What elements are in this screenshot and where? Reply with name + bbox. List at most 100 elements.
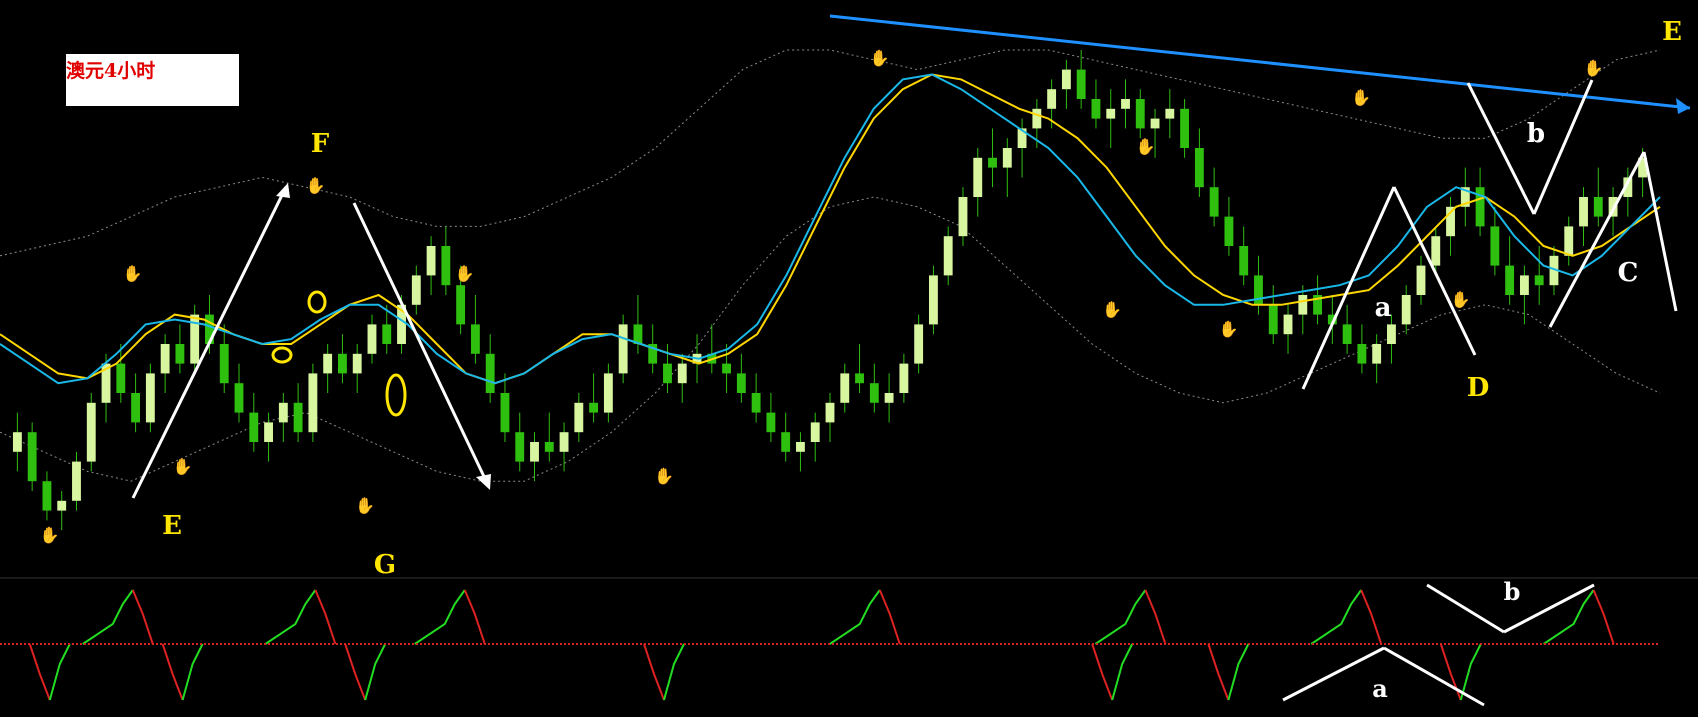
arrow-down-head <box>476 474 491 490</box>
candle-body <box>663 363 672 384</box>
label-white: a <box>1375 293 1392 323</box>
osc-up-segment <box>1459 643 1482 701</box>
label-yellow: F <box>311 129 330 159</box>
candle-body <box>175 344 185 364</box>
candle-body <box>72 461 81 501</box>
candle-body <box>840 373 850 403</box>
candle-body <box>751 393 761 413</box>
candle-body <box>1091 99 1101 119</box>
yellow-circle-1 <box>271 346 293 364</box>
candle-body <box>1047 89 1057 109</box>
candle-body <box>1121 99 1130 109</box>
candle-body <box>884 393 894 403</box>
osc-zigzag-b-left <box>1426 583 1505 634</box>
candle-body <box>559 432 569 452</box>
candle-body <box>411 275 421 305</box>
candle-body <box>145 373 155 423</box>
candle-body <box>367 324 377 354</box>
candle-body <box>1224 216 1234 246</box>
candle-body <box>500 393 510 433</box>
candle-body <box>1239 246 1249 276</box>
candle-body <box>1150 118 1160 129</box>
candle-body <box>86 402 96 462</box>
candle-body <box>1372 344 1382 364</box>
candle-body <box>943 236 953 276</box>
candle-body <box>293 402 303 433</box>
osc-down-segment <box>161 643 184 701</box>
candle-body <box>234 383 244 413</box>
candle-body <box>27 432 37 482</box>
osc-up-segment <box>181 643 204 701</box>
candle-body <box>338 353 347 374</box>
osc-label: b <box>1504 577 1521 606</box>
ma-cyan-line <box>0 73 1661 385</box>
label-white: C <box>1618 258 1639 288</box>
candle-body <box>1061 69 1071 90</box>
candle-body <box>1431 236 1441 266</box>
candle-body <box>426 246 436 276</box>
osc-zigzag-a-right <box>1383 646 1485 707</box>
chart-title: 澳元4小时 <box>66 60 156 82</box>
candle-body <box>352 353 362 374</box>
candle-body <box>1564 226 1574 256</box>
candle-body <box>323 353 333 374</box>
fractal-down-icon: ✋ <box>355 496 375 515</box>
osc-down-segment <box>314 589 337 645</box>
osc-up-segment <box>829 589 881 645</box>
osc-down-segment <box>131 589 154 645</box>
osc-up-segment <box>1310 589 1363 645</box>
label-white: b <box>1527 119 1545 149</box>
candle-body <box>618 324 628 374</box>
osc-down-segment <box>1207 643 1230 701</box>
candle-body <box>781 432 791 452</box>
candle-body <box>308 373 318 433</box>
zigzag-c-right <box>1642 151 1678 312</box>
fractal-down-icon: ✋ <box>173 457 193 476</box>
candle-body <box>1387 324 1396 344</box>
candle-body <box>899 363 909 393</box>
candle-body <box>1076 69 1086 99</box>
osc-down-segment <box>463 589 486 645</box>
yellow-circle-3 <box>385 373 407 417</box>
osc-down-segment <box>1091 643 1114 701</box>
candle-body <box>485 353 495 393</box>
candle-body <box>530 442 539 462</box>
candle-body <box>810 422 820 442</box>
candle-body <box>1475 187 1485 227</box>
fractal-up-icon: ✋ <box>455 264 475 283</box>
label-yellow: D <box>1467 373 1490 403</box>
candle-body <box>264 422 273 442</box>
fractal-down-icon: ✋ <box>1451 290 1471 309</box>
candle-body <box>470 324 480 354</box>
candle-body <box>914 324 924 364</box>
fractal-down-icon: ✋ <box>1218 320 1238 339</box>
osc-down-segment <box>344 643 367 701</box>
fractal-down-icon: ✋ <box>654 467 674 486</box>
candle-body <box>1106 108 1116 119</box>
osc-up-segment <box>1227 643 1250 701</box>
osc-up-segment <box>663 643 685 701</box>
fractal-up-icon: ✋ <box>870 49 890 68</box>
candle-body <box>677 363 687 384</box>
osc-down-segment <box>643 643 665 701</box>
fractal-down-icon: ✋ <box>40 525 60 544</box>
candle-body <box>1401 295 1411 325</box>
candle-body <box>1135 99 1145 129</box>
osc-up-segment <box>82 589 134 645</box>
candle-body <box>1342 324 1352 344</box>
candle-body <box>57 500 67 511</box>
candle-body <box>1002 148 1012 168</box>
fractal-up-icon: ✋ <box>123 264 143 283</box>
candle-body <box>988 157 997 168</box>
candle-body <box>12 432 22 452</box>
candle-body <box>973 157 983 197</box>
candle-body <box>1505 265 1515 295</box>
osc-up-segment <box>264 589 317 645</box>
candle-body <box>1579 197 1588 227</box>
candle-body <box>1165 108 1175 119</box>
candle-body <box>796 442 805 452</box>
osc-down-segment <box>878 589 901 645</box>
fractal-down-icon: ✋ <box>1102 300 1122 319</box>
candle-body <box>603 373 613 413</box>
candle-body <box>1268 304 1278 335</box>
